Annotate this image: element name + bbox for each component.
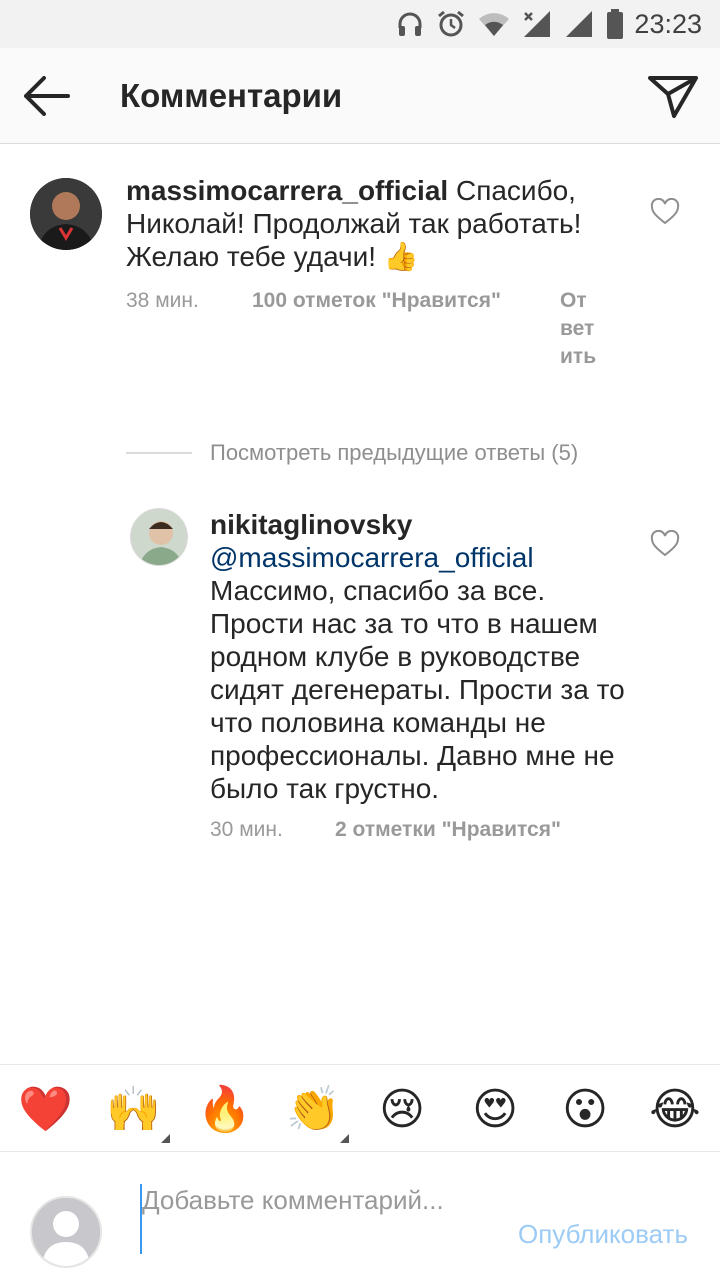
arrow-left-icon xyxy=(24,76,70,116)
signal-icon xyxy=(524,11,550,37)
back-button[interactable] xyxy=(18,70,78,122)
emoji-clapping[interactable]: 👏 xyxy=(286,1083,341,1137)
paper-plane-icon xyxy=(648,76,698,118)
emoji-fire[interactable]: 🔥 xyxy=(197,1083,252,1137)
emoji-heart-eyes[interactable]: 😍 xyxy=(468,1083,522,1137)
like-button[interactable] xyxy=(650,529,680,558)
comment-username[interactable]: nikitaglinovsky xyxy=(210,508,630,541)
share-button[interactable] xyxy=(646,70,700,122)
emoji-laughing[interactable]: 😂 xyxy=(648,1083,702,1137)
status-time: 23:23 xyxy=(634,9,702,39)
battery-icon xyxy=(607,9,623,39)
avatar[interactable] xyxy=(30,178,102,250)
publish-button[interactable]: Опубликовать xyxy=(518,1218,688,1251)
page-title: Комментарии xyxy=(120,77,343,114)
avatar xyxy=(30,1196,102,1268)
alarm-icon xyxy=(438,10,464,37)
heart-outline-icon xyxy=(650,197,680,225)
comment-input[interactable]: Добавьте комментарий... xyxy=(140,1184,480,1254)
avatar[interactable] xyxy=(130,508,188,566)
comment-likes[interactable]: 100 отметок "Нравится" xyxy=(252,287,501,315)
view-previous-label: Посмотреть предыдущие ответы (5) xyxy=(210,440,579,465)
signal-icon xyxy=(566,11,592,37)
view-previous-replies[interactable]: Посмотреть предыдущие ответы (5) xyxy=(126,438,578,468)
skin-tone-caret-icon xyxy=(340,1134,349,1143)
mention-link[interactable]: @massimocarrera_official xyxy=(210,541,630,574)
default-user-icon xyxy=(32,1198,100,1266)
comment-composer: Добавьте комментарий... Опубликовать xyxy=(0,1152,720,1280)
status-icons xyxy=(396,8,624,40)
comment-username[interactable]: massimocarrera_official xyxy=(126,175,448,206)
comment-text: Массимо, спасибо за все. Прости нас за т… xyxy=(210,575,625,804)
emoji-raised-hands[interactable]: 🙌 xyxy=(106,1083,161,1137)
comment-likes[interactable]: 2 отметки "Нравится" xyxy=(335,816,561,844)
skin-tone-caret-icon xyxy=(161,1134,170,1143)
comment-time: 38 мин. xyxy=(126,289,199,312)
headphones-icon xyxy=(398,12,422,36)
comment-time: 30 мин. xyxy=(210,818,283,841)
like-button[interactable] xyxy=(650,197,680,226)
divider xyxy=(126,452,192,454)
emoji-crying[interactable]: 😢 xyxy=(375,1083,429,1137)
comment-body: massimocarrera_official Спасибо, Николай… xyxy=(126,174,626,273)
wifi-icon xyxy=(479,13,509,37)
emoji-bar: ❤️ 🙌 🔥 👏 😢 😍 😮 😂 xyxy=(0,1064,720,1152)
app-header: Комментарии xyxy=(0,48,720,144)
reply-body: nikitaglinovsky @massimocarrera_official… xyxy=(210,508,630,805)
emoji-surprised[interactable]: 😮 xyxy=(558,1083,612,1137)
reply-button[interactable]: Ответить xyxy=(560,287,598,371)
emoji-heart[interactable]: ❤️ xyxy=(18,1083,73,1137)
heart-outline-icon xyxy=(650,529,680,557)
status-bar: 23:23 xyxy=(0,0,720,48)
